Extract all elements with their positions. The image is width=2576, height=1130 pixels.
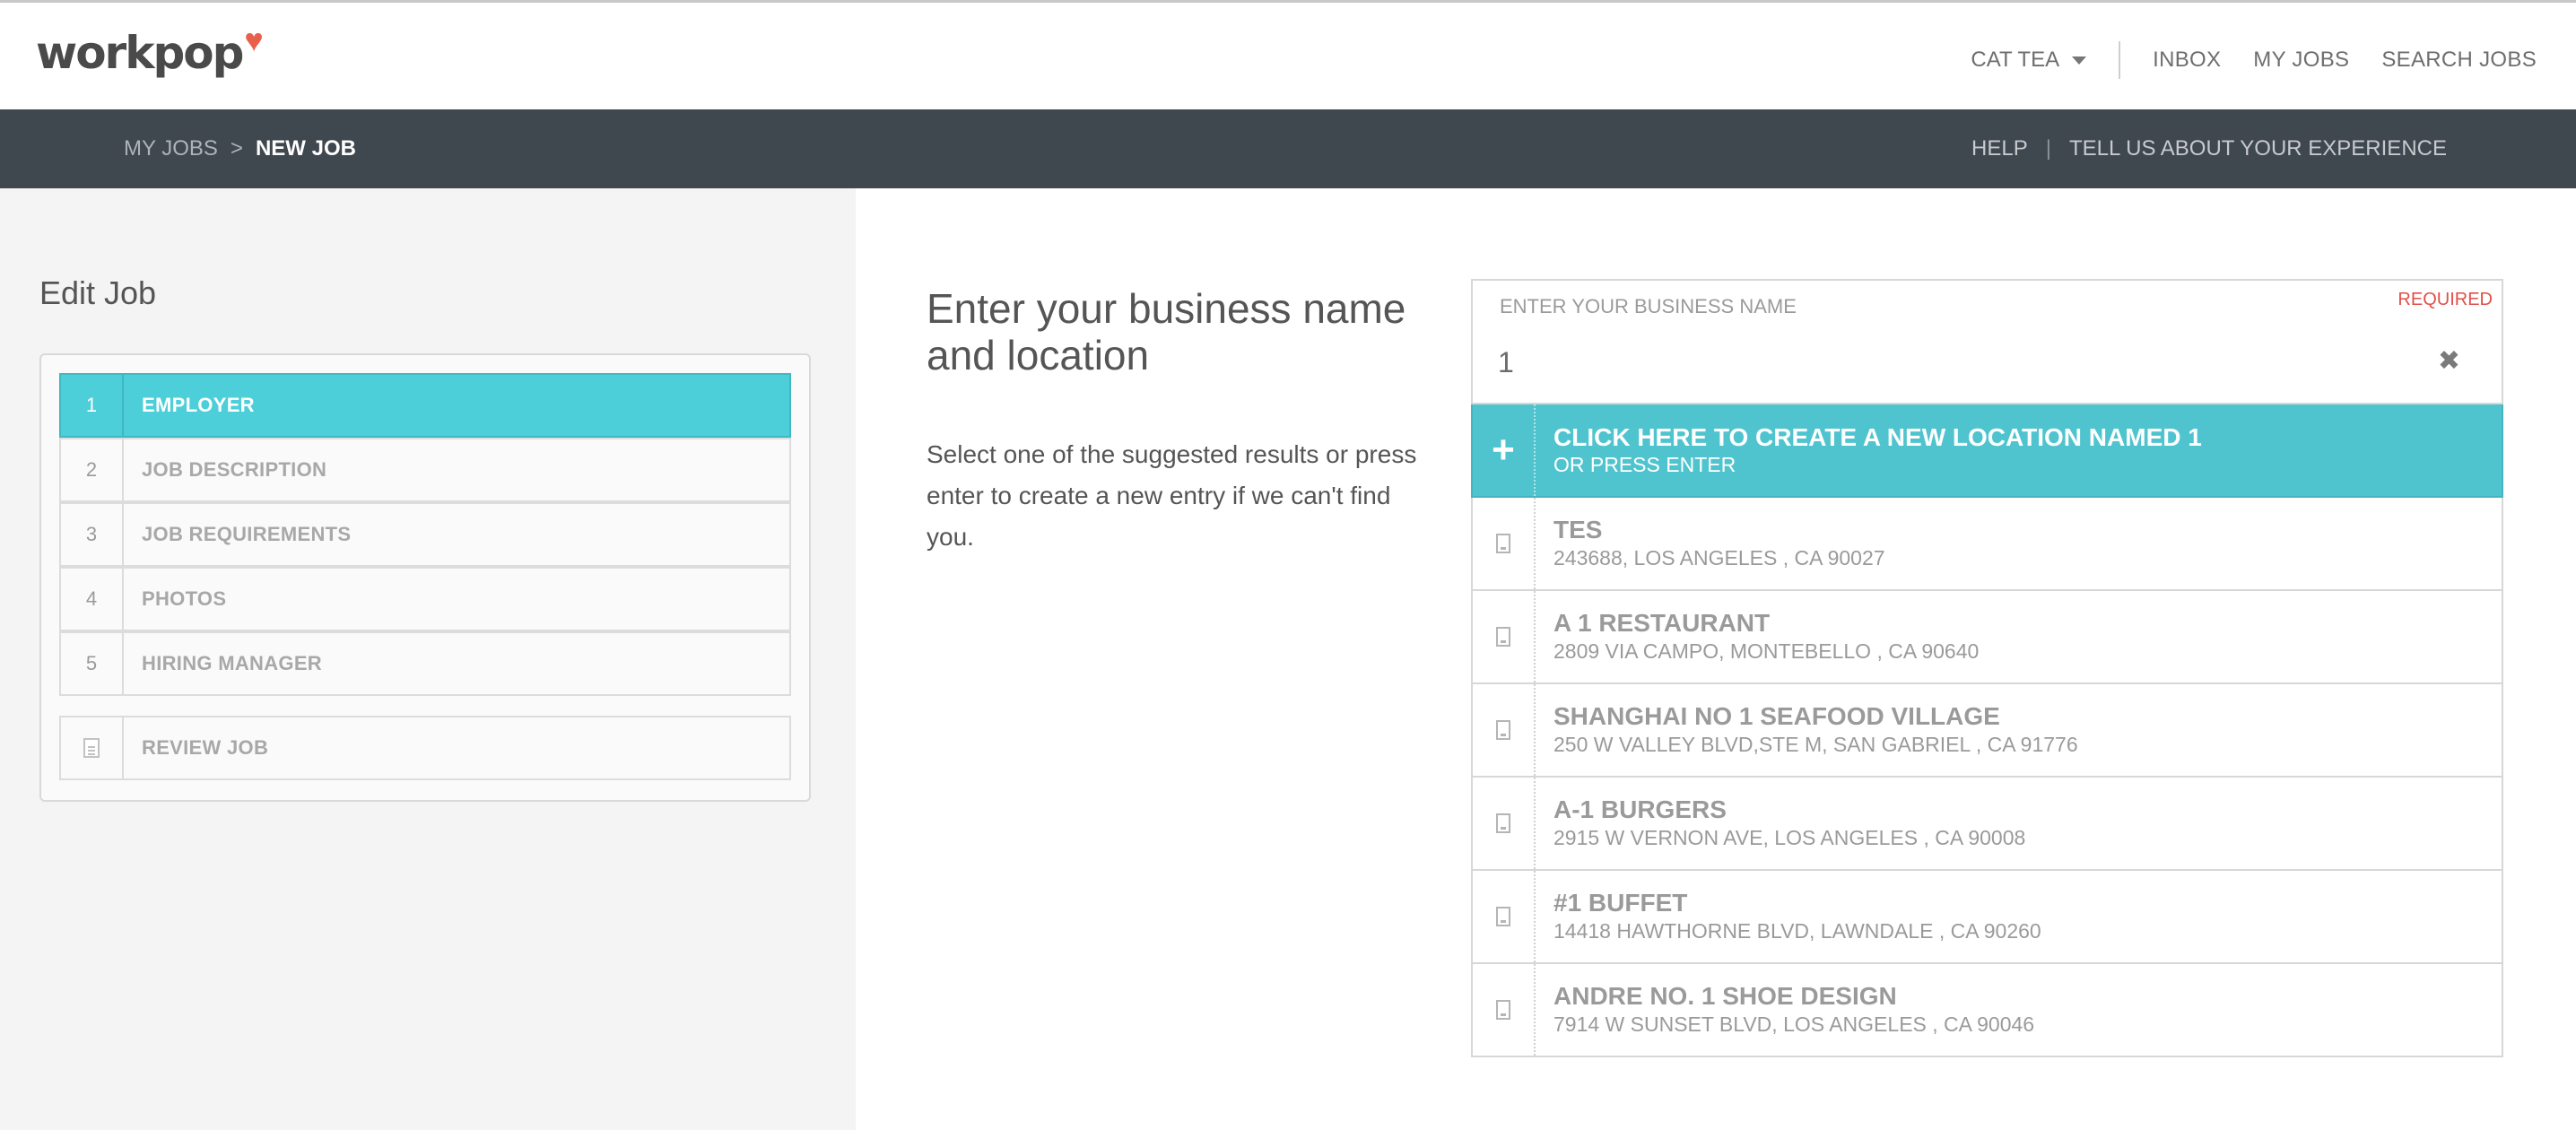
step-label: REVIEW JOB [142, 736, 269, 759]
result-name: TES [1553, 516, 1603, 543]
result-address: 2915 W VERNON AVE, LOS ANGELES , CA 9000… [1553, 826, 2026, 849]
result-item[interactable]: TES 243688, LOS ANGELES , CA 90027 [1471, 498, 2503, 591]
create-location-subtitle: OR PRESS ENTER [1553, 453, 1736, 476]
result-item[interactable]: ANDRE NO. 1 SHOE DESIGN 7914 W SUNSET BL… [1471, 964, 2503, 1057]
result-item[interactable]: A-1 BURGERS 2915 W VERNON AVE, LOS ANGEL… [1471, 778, 2503, 871]
step-photos[interactable]: 4 PHOTOS [59, 567, 791, 631]
caret-down-icon [2072, 56, 2087, 65]
user-menu[interactable]: CAT TEA [1971, 48, 2087, 73]
step-label: JOB DESCRIPTION [142, 458, 327, 481]
business-search: ENTER YOUR BUSINESS NAME REQUIRED ✖ + CL… [1471, 279, 2503, 1057]
result-address: 14418 HAWTHORNE BLVD, LAWNDALE , CA 9026… [1553, 919, 2041, 943]
result-name: A 1 RESTAURANT [1553, 609, 1771, 637]
step-review-job[interactable]: REVIEW JOB [59, 716, 791, 780]
result-address: 250 W VALLEY BLVD,STE M, SAN GABRIEL , C… [1553, 733, 2078, 756]
sub-header: MY JOBS > NEW JOB HELP | TELL US ABOUT Y… [0, 109, 2576, 188]
result-name: #1 BUFFET [1553, 889, 1688, 917]
field-label: ENTER YOUR BUSINESS NAME [1500, 295, 1797, 317]
review-icon-cell [61, 717, 124, 778]
building-icon [1496, 720, 1510, 740]
create-location-title: CLICK HERE TO CREATE A NEW LOCATION NAME… [1553, 423, 2202, 451]
step-label: HIRING MANAGER [142, 652, 322, 674]
create-location-option[interactable]: + CLICK HERE TO CREATE A NEW LOCATION NA… [1471, 404, 2503, 498]
result-address: 243688, LOS ANGELES , CA 90027 [1553, 546, 1885, 569]
result-address: 7914 W SUNSET BLVD, LOS ANGELES , CA 900… [1553, 1013, 2035, 1036]
result-address: 2809 VIA CAMPO, MONTEBELLO , CA 90640 [1553, 639, 1980, 663]
logo-text: workpop [36, 27, 244, 79]
step-label: EMPLOYER [142, 394, 255, 416]
building-icon [1496, 627, 1510, 647]
document-icon [83, 738, 100, 758]
step-number: 5 [61, 633, 124, 694]
result-name: A-1 BURGERS [1553, 795, 1727, 823]
sidebar: Edit Job 1 EMPLOYER 2 JOB DESCRIPTION 3 … [0, 188, 856, 1130]
steps-list: 1 EMPLOYER 2 JOB DESCRIPTION 3 JOB REQUI… [39, 353, 811, 802]
nav-my-jobs[interactable]: MY JOBS [2253, 48, 2349, 73]
breadcrumb: MY JOBS > NEW JOB [124, 109, 356, 188]
page-title: Enter your business name and location [927, 285, 1406, 378]
step-job-requirements[interactable]: 3 JOB REQUIREMENTS [59, 502, 791, 567]
building-icon [1496, 534, 1510, 553]
breadcrumb-current: NEW JOB [255, 136, 356, 161]
nav-divider [2119, 41, 2121, 79]
result-item[interactable]: #1 BUFFET 14418 HAWTHORNE BLVD, LAWNDALE… [1471, 871, 2503, 964]
breadcrumb-my-jobs[interactable]: MY JOBS [124, 136, 218, 161]
business-name-field: ENTER YOUR BUSINESS NAME REQUIRED ✖ [1471, 279, 2503, 404]
step-employer[interactable]: 1 EMPLOYER [59, 373, 791, 438]
building-icon [1496, 813, 1510, 833]
required-label: REQUIRED [2398, 290, 2493, 309]
close-icon[interactable]: ✖ [2438, 348, 2460, 375]
step-number: 2 [61, 439, 124, 500]
result-item[interactable]: SHANGHAI NO 1 SEAFOOD VILLAGE 250 W VALL… [1471, 684, 2503, 778]
step-label: PHOTOS [142, 587, 227, 610]
help-link[interactable]: HELP [1971, 136, 2028, 161]
workpop-logo[interactable]: workpop ♥ [36, 22, 264, 80]
result-name: ANDRE NO. 1 SHOE DESIGN [1553, 982, 1897, 1010]
business-name-input[interactable] [1498, 340, 2395, 385]
building-icon [1496, 907, 1510, 926]
step-label: JOB REQUIREMENTS [142, 523, 352, 545]
step-number: 3 [61, 504, 124, 565]
result-name: SHANGHAI NO 1 SEAFOOD VILLAGE [1553, 702, 2000, 730]
step-hiring-manager[interactable]: 5 HIRING MANAGER [59, 631, 791, 696]
page-instructions: Select one of the suggested results or p… [927, 440, 1417, 551]
step-number: 4 [61, 569, 124, 630]
building-icon [1496, 1000, 1510, 1020]
help-separator: | [2045, 136, 2051, 161]
user-name: CAT TEA [1971, 48, 2060, 72]
nav-inbox[interactable]: INBOX [2153, 48, 2221, 73]
feedback-link[interactable]: TELL US ABOUT YOUR EXPERIENCE [2069, 136, 2447, 161]
help-links: HELP | TELL US ABOUT YOUR EXPERIENCE [1971, 109, 2447, 188]
top-header: workpop ♥ CAT TEA INBOX MY JOBS SEARCH J… [0, 0, 2576, 109]
sidebar-title: Edit Job [39, 274, 157, 311]
top-nav: CAT TEA INBOX MY JOBS SEARCH JOBS [1971, 40, 2537, 80]
result-item[interactable]: A 1 RESTAURANT 2809 VIA CAMPO, MONTEBELL… [1471, 591, 2503, 684]
breadcrumb-separator: > [230, 136, 243, 161]
plus-icon: + [1473, 404, 1536, 496]
step-number: 1 [61, 375, 124, 436]
step-job-description[interactable]: 2 JOB DESCRIPTION [59, 438, 791, 502]
heart-icon: ♥ [244, 22, 264, 58]
nav-search-jobs[interactable]: SEARCH JOBS [2381, 48, 2537, 73]
